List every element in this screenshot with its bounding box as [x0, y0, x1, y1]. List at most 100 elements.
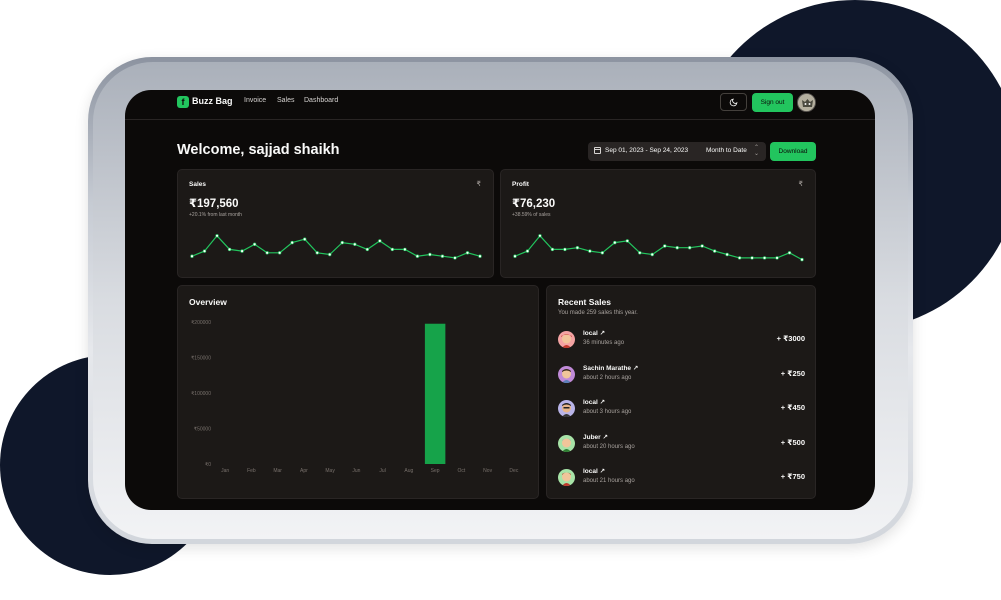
- data-point[interactable]: [315, 251, 319, 255]
- sale-amount: + ₹250: [780, 369, 805, 378]
- user-avatar[interactable]: [797, 93, 816, 112]
- period-select[interactable]: Month to Date: [706, 147, 747, 154]
- x-tick-label: May: [325, 468, 335, 474]
- x-tick-label: Mar: [273, 468, 282, 474]
- data-point[interactable]: [353, 242, 357, 246]
- nav-link-sales[interactable]: Sales: [277, 97, 295, 104]
- data-point[interactable]: [215, 234, 219, 238]
- top-navbar: f Buzz Bag Invoice Sales Dashboard Sign …: [125, 90, 875, 120]
- customer-avatar: [558, 435, 575, 452]
- overview-title: Overview: [189, 297, 227, 307]
- profit-sparkline: [513, 234, 804, 262]
- y-tick-label: ₹50000: [194, 427, 211, 433]
- data-point[interactable]: [340, 240, 344, 245]
- data-point[interactable]: [190, 254, 194, 258]
- data-point[interactable]: [277, 251, 282, 255]
- chevron-up-down-icon: ⌃ ⌄: [754, 145, 760, 157]
- profit-card-label: Profit: [512, 181, 529, 188]
- data-point[interactable]: [737, 256, 742, 260]
- sale-time: 36 minutes ago: [583, 340, 625, 346]
- sales-sparkline: [190, 234, 482, 260]
- data-point[interactable]: [787, 251, 792, 255]
- recent-sale-item: Juber ↗ about 20 hours ago + ₹500: [558, 432, 805, 454]
- nav-link-dashboard[interactable]: Dashboard: [304, 97, 338, 104]
- sales-value: ₹197,560: [189, 198, 239, 210]
- data-point[interactable]: [762, 256, 767, 260]
- data-point[interactable]: [575, 246, 580, 250]
- sign-out-button[interactable]: Sign out: [752, 93, 793, 112]
- data-point[interactable]: [525, 249, 530, 253]
- x-tick-label: Jul: [379, 468, 385, 474]
- customer-name-link[interactable]: local ↗: [583, 467, 605, 475]
- data-point[interactable]: [290, 240, 294, 245]
- nav-link-invoice[interactable]: Invoice: [244, 97, 266, 104]
- x-tick-label: Apr: [300, 468, 308, 474]
- theme-toggle-button[interactable]: [720, 93, 747, 111]
- data-point[interactable]: [202, 249, 207, 253]
- data-point[interactable]: [613, 240, 617, 245]
- data-point[interactable]: [700, 244, 704, 248]
- data-point[interactable]: [415, 254, 420, 258]
- data-point[interactable]: [663, 244, 667, 248]
- bar[interactable]: [424, 323, 446, 464]
- data-point[interactable]: [513, 254, 517, 258]
- moon-icon: [729, 98, 738, 106]
- data-point[interactable]: [800, 257, 804, 262]
- data-point[interactable]: [390, 247, 395, 252]
- data-point[interactable]: [227, 247, 232, 252]
- app-screen: f Buzz Bag Invoice Sales Dashboard Sign …: [125, 90, 875, 510]
- customer-name-link[interactable]: local ↗: [583, 329, 605, 337]
- y-tick-label: ₹0: [205, 462, 211, 468]
- sale-amount: + ₹3000: [776, 334, 805, 343]
- data-point[interactable]: [403, 247, 407, 252]
- data-point[interactable]: [712, 249, 717, 253]
- data-point[interactable]: [725, 252, 729, 257]
- data-point[interactable]: [440, 254, 445, 258]
- data-point[interactable]: [750, 256, 754, 260]
- data-point[interactable]: [378, 239, 382, 243]
- data-point[interactable]: [240, 249, 244, 253]
- customer-name-link[interactable]: Sachin Marathe ↗: [583, 364, 638, 372]
- data-point[interactable]: [675, 246, 679, 250]
- download-button[interactable]: Download: [770, 142, 816, 161]
- data-point[interactable]: [453, 256, 457, 260]
- customer-avatar: [558, 366, 575, 383]
- customer-name-link[interactable]: Juber ↗: [583, 433, 608, 441]
- data-point[interactable]: [538, 234, 542, 238]
- rupee-icon: ₹: [476, 181, 481, 188]
- data-point[interactable]: [328, 252, 332, 257]
- date-range-picker[interactable]: Sep 01, 2023 - Sep 24, 2023 Month to Dat…: [588, 142, 766, 161]
- data-point[interactable]: [588, 249, 592, 253]
- rupee-icon: ₹: [798, 181, 803, 188]
- data-point[interactable]: [302, 237, 307, 241]
- recent-sales-subtitle: You made 259 sales this year.: [558, 310, 638, 316]
- brand-name[interactable]: Buzz Bag: [192, 96, 233, 106]
- page-title: Welcome, sajjad shaikh: [177, 142, 340, 158]
- recent-sale-item: local ↗ about 21 hours ago + ₹750: [558, 466, 805, 488]
- sales-card: Sales ₹ ₹197,560 +20.1% from last month: [177, 169, 494, 278]
- x-tick-label: Oct: [457, 468, 465, 474]
- data-point[interactable]: [365, 247, 370, 252]
- data-point[interactable]: [252, 242, 257, 246]
- data-point[interactable]: [600, 251, 605, 255]
- data-point[interactable]: [625, 239, 630, 243]
- series-line: [191, 234, 481, 259]
- customer-avatar: [558, 469, 575, 486]
- data-point[interactable]: [775, 256, 779, 260]
- recent-sale-item: Sachin Marathe ↗ about 2 hours ago + ₹25…: [558, 363, 805, 385]
- data-point[interactable]: [638, 251, 642, 255]
- customer-name-link[interactable]: local ↗: [583, 398, 605, 406]
- data-point[interactable]: [265, 251, 269, 255]
- data-point[interactable]: [465, 251, 470, 255]
- sale-time: about 3 hours ago: [583, 409, 632, 415]
- sale-time: about 2 hours ago: [583, 375, 632, 381]
- x-tick-label: Feb: [247, 468, 256, 474]
- x-tick-label: Nov: [483, 468, 492, 474]
- data-point[interactable]: [563, 247, 567, 252]
- data-point[interactable]: [428, 252, 432, 257]
- data-point[interactable]: [687, 246, 692, 250]
- data-point[interactable]: [550, 247, 555, 252]
- data-point[interactable]: [650, 252, 654, 257]
- profit-change: +38.59% of sales: [512, 212, 551, 218]
- data-point[interactable]: [478, 254, 482, 258]
